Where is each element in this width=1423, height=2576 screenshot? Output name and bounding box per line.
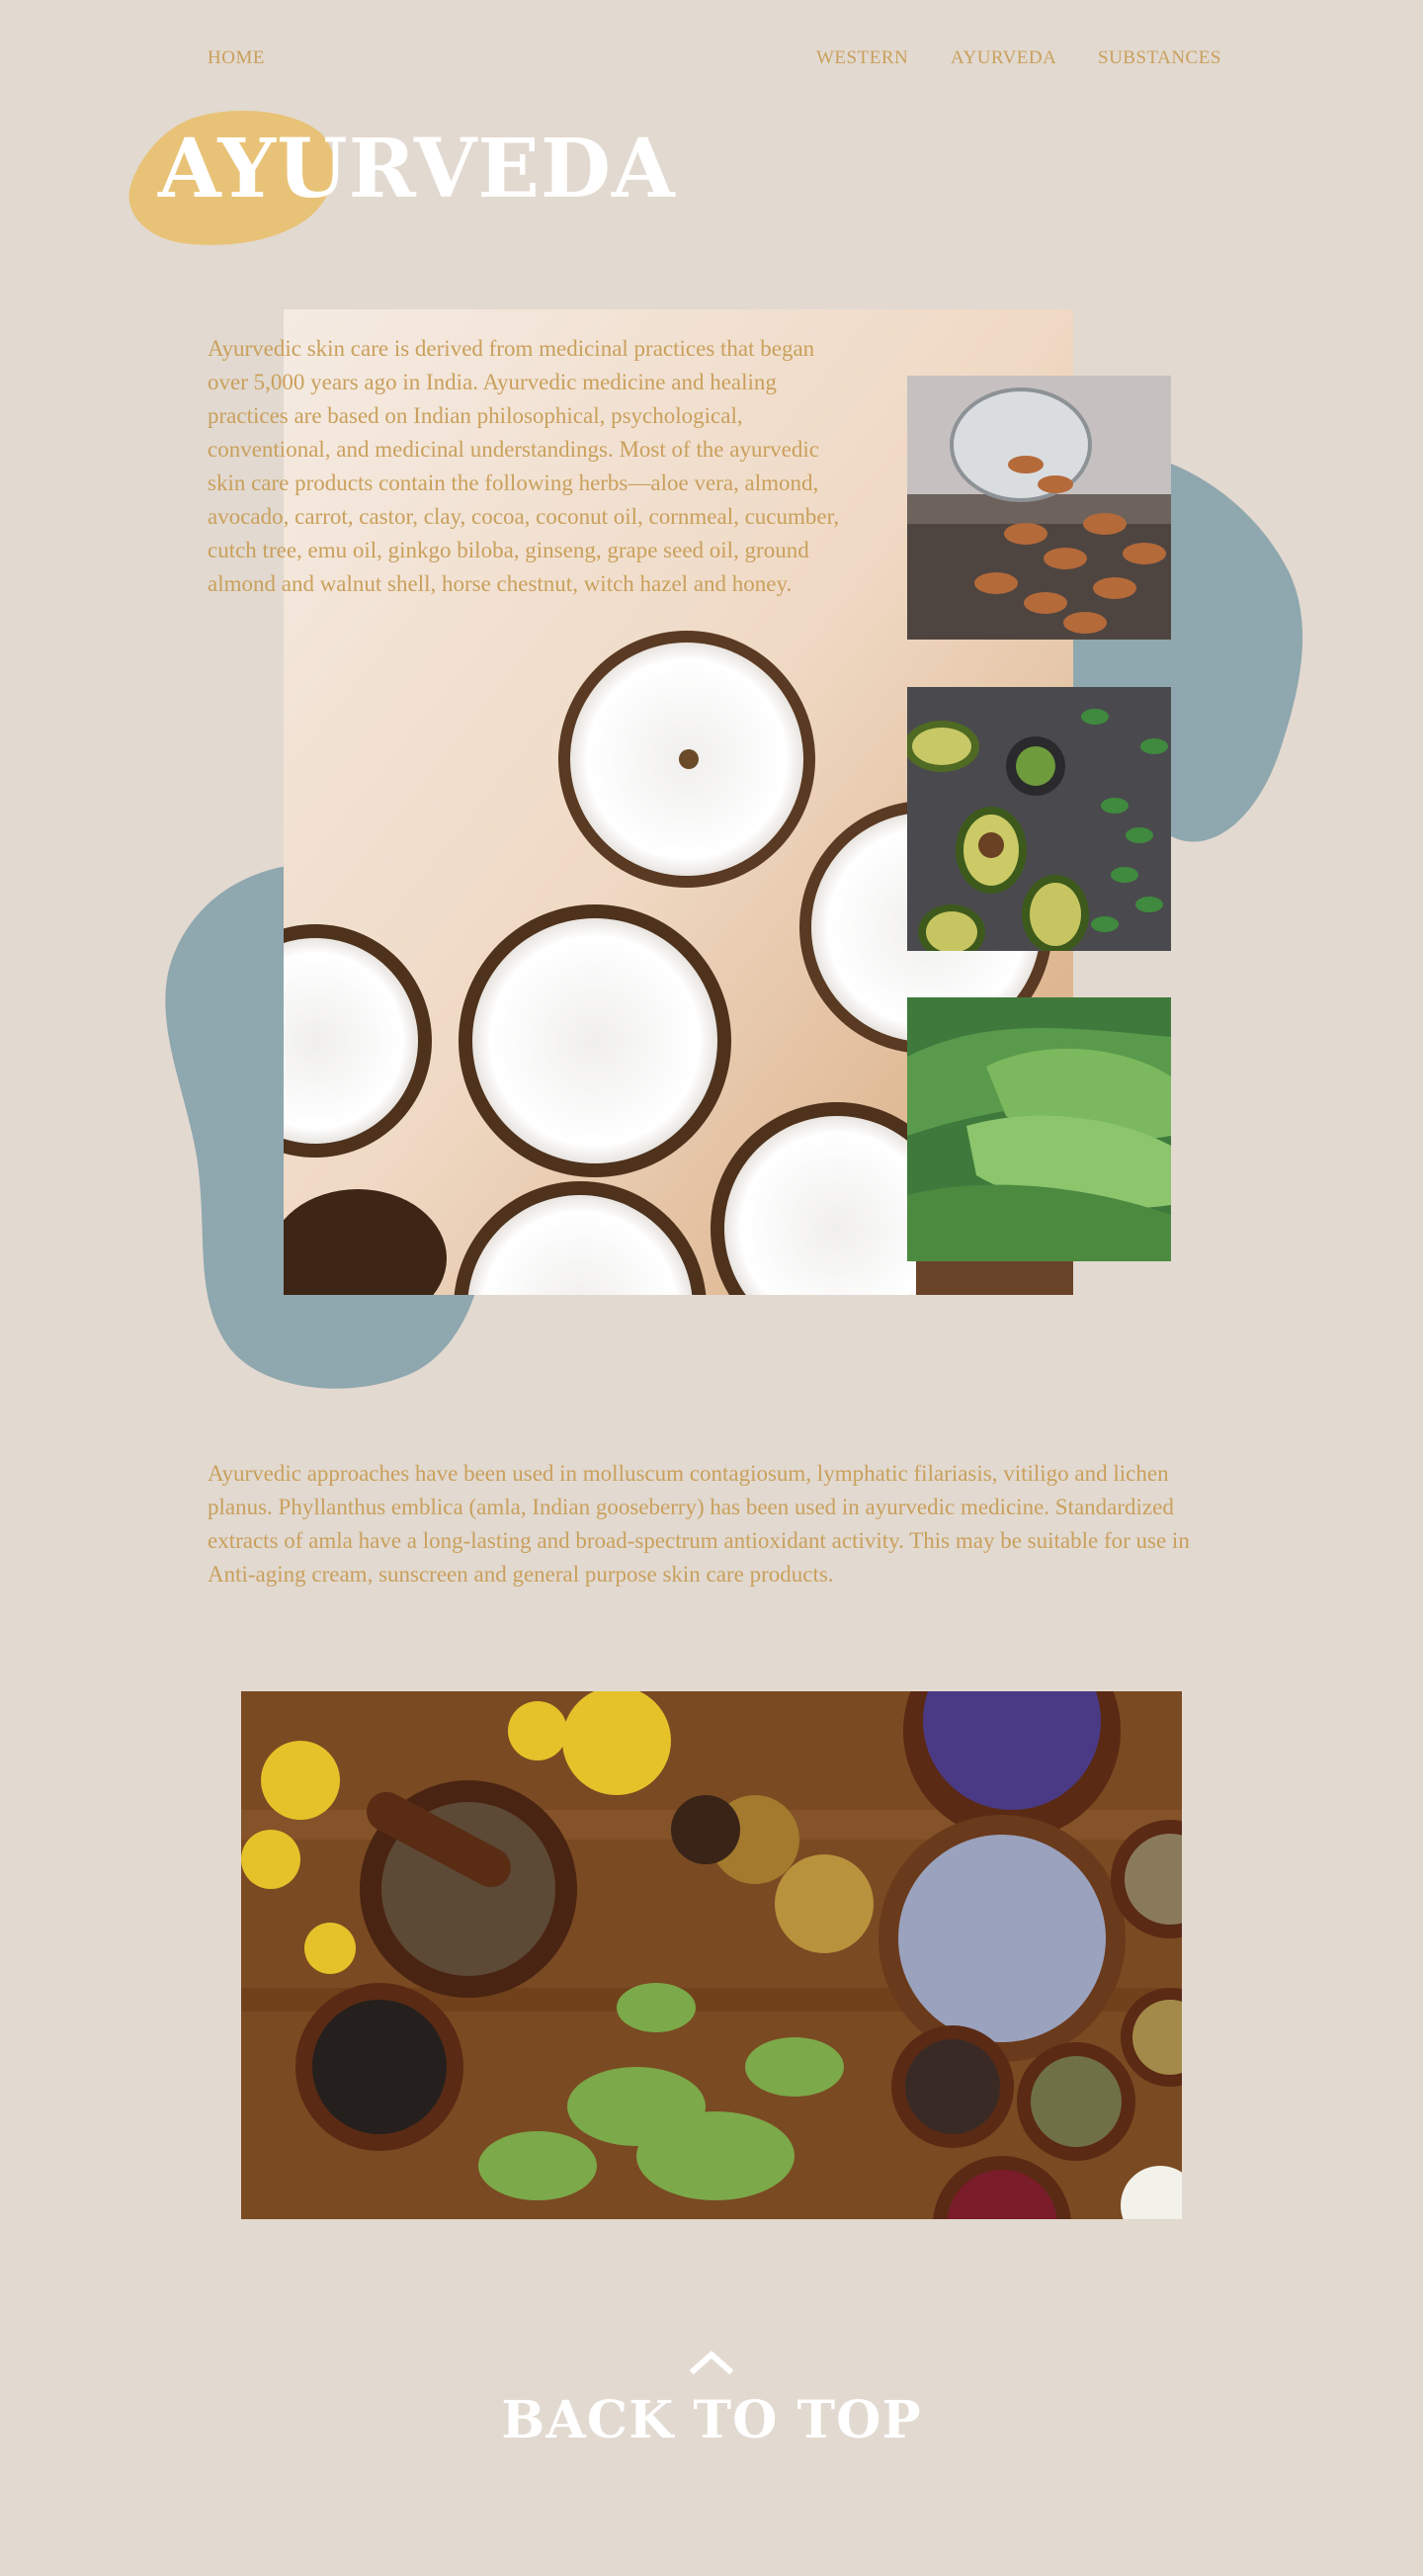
chevron-up-icon[interactable] — [690, 2349, 733, 2374]
page-title: AYURVEDA — [158, 122, 676, 216]
nav-ayurveda-link[interactable]: AYURVEDA — [951, 47, 1056, 69]
nav-western-link[interactable]: WESTERN — [816, 47, 908, 69]
almond-photo — [907, 376, 1171, 640]
nav-home-link[interactable]: HOME — [208, 47, 265, 69]
intro-paragraph: Ayurvedic skin care is derived from medi… — [208, 336, 840, 596]
aloe-vera-photo — [907, 997, 1171, 1261]
herbs-spices-photo — [241, 1691, 1182, 2219]
avocado-photo — [907, 687, 1171, 951]
nav-substances-link[interactable]: SUBSTANCES — [1098, 47, 1221, 69]
back-to-top-link[interactable]: BACK TO TOP — [0, 2390, 1423, 2450]
second-paragraph: Ayurvedic approaches have been used in m… — [208, 1461, 1190, 1587]
